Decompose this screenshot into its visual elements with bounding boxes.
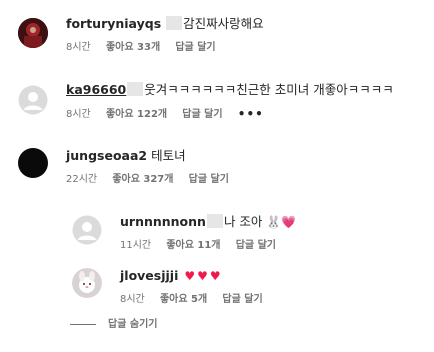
comment-time: 8시간: [66, 42, 91, 53]
red-heart-icon: ♥: [184, 269, 196, 283]
comment-likes[interactable]: 좋아요 122개: [106, 109, 167, 120]
reply-likes[interactable]: 좋아요 11개: [166, 240, 220, 251]
redacted-block: [127, 82, 144, 96]
red-heart-icon: ♥: [197, 269, 208, 283]
reply-button[interactable]: 답글 달기: [236, 240, 276, 251]
bunny-emoji-icon: 🐰: [266, 215, 282, 229]
avatar-fortury[interactable]: [18, 18, 48, 48]
redacted-block: [166, 16, 183, 30]
reply-time: 8시간: [120, 294, 145, 305]
reply-button[interactable]: 답글 달기: [175, 42, 215, 53]
reply-1: urnnnnnonn 나 조아 🐰💗 11시간 좋아요 11개 답글 달기: [0, 214, 434, 254]
avatar-default[interactable]: [18, 85, 48, 115]
comment-text: 감진짜사랑해요: [183, 16, 264, 31]
reply-button[interactable]: 답글 달기: [189, 174, 229, 185]
more-options-icon[interactable]: •••: [238, 108, 264, 120]
default-avatar-icon: [72, 215, 102, 245]
comment-username[interactable]: ka96660: [66, 82, 126, 97]
reply-button[interactable]: 답글 달기: [182, 109, 222, 120]
comment-2: ka96660 웃겨ㅋㅋㅋㅋㅋㅋ친근한 초미녀 개좋아ㅋㅋㅋㅋ 8시간 좋아요 1…: [0, 82, 434, 122]
comment-text: 웃겨ㅋㅋㅋㅋㅋㅋ친근한 초미녀 개좋아ㅋㅋㅋㅋ: [144, 82, 394, 97]
comment-text: 테토녀: [151, 148, 186, 163]
default-avatar-icon: [18, 85, 48, 115]
red-heart-icon: ♥: [209, 269, 221, 283]
comment-3: jungseoaa2 테토녀 22시간 좋아요 327개 답글 달기: [0, 148, 434, 188]
reply-username[interactable]: urnnnnnonn: [120, 214, 206, 229]
comment-username[interactable]: fortury​niayqs: [66, 16, 161, 31]
avatar-default[interactable]: [72, 215, 102, 245]
reply-text: 나 조아: [223, 214, 263, 229]
hide-replies-button[interactable]: 답글 숨기기: [70, 319, 157, 331]
comment-1: fortury​niayqs 감진짜사랑해요 8시간 좋아요 33개 답글 달기: [0, 16, 434, 56]
hide-replies-divider: [70, 323, 96, 325]
comment-time: 8시간: [66, 109, 91, 120]
comment-username[interactable]: jungseoaa2: [66, 148, 147, 163]
comment-likes[interactable]: 좋아요 327개: [112, 174, 173, 185]
reply-2: jlovesjjji ♥ ♥ ♥ 8시간 좋아요 5개 답글 달기: [0, 268, 434, 308]
comment-time: 22시간: [66, 174, 98, 185]
pink-heart-icon: 💗: [281, 215, 297, 229]
redacted-block: [206, 214, 223, 228]
comment-likes[interactable]: 좋아요 33개: [106, 42, 160, 53]
reply-username[interactable]: jlovesjjji: [120, 268, 178, 283]
reply-button[interactable]: 답글 달기: [222, 294, 262, 305]
avatar-jungseoaa2[interactable]: [18, 148, 48, 178]
avatar-jlovesjjji[interactable]: [72, 268, 102, 298]
reply-likes[interactable]: 좋아요 5개: [160, 294, 207, 305]
reply-time: 11시간: [120, 240, 152, 251]
hide-replies-label: 답글 숨기기: [108, 319, 158, 330]
